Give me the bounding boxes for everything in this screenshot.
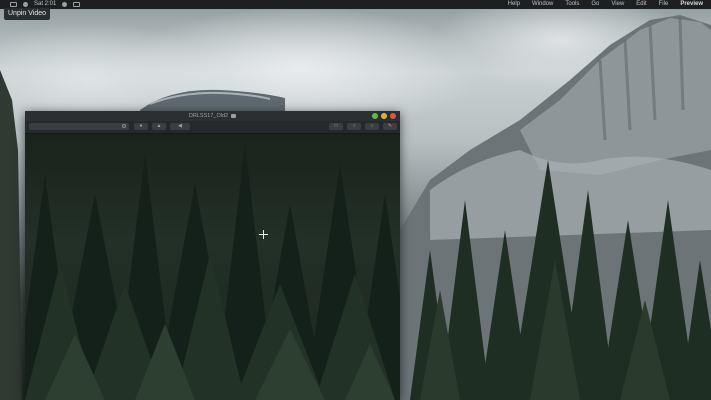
window-titlebar[interactable]: DRLSS17_Old2: [25, 111, 400, 121]
markup-button[interactable]: ✎: [383, 123, 397, 130]
spotlight-icon[interactable]: [62, 2, 68, 7]
menu-window[interactable]: Window: [532, 0, 553, 9]
zoom-out-icon: ○: [370, 123, 374, 129]
tag-button[interactable]: ◀: [170, 123, 190, 130]
window-controls: [372, 113, 396, 119]
menu-edit[interactable]: Edit: [636, 0, 646, 9]
close-window-button[interactable]: [390, 113, 396, 119]
zoom-window-button[interactable]: [372, 113, 378, 119]
menu-bar-menus: Help Window Tools Go View Edit File Prev…: [508, 0, 703, 9]
menu-view[interactable]: View: [611, 0, 624, 9]
notification-icon[interactable]: [73, 2, 81, 7]
tag-icon: ◀: [178, 123, 182, 129]
menu-help[interactable]: Help: [508, 0, 520, 9]
share-button[interactable]: ▲: [152, 123, 166, 130]
search-icon: [122, 124, 126, 128]
action-icon: □: [334, 123, 338, 129]
menu-app-name[interactable]: Preview: [680, 0, 703, 9]
zoom-in-button[interactable]: ○: [347, 123, 361, 130]
zoom-out-button[interactable]: ○: [365, 123, 379, 130]
preview-window: DRLSS17_Old2 ● ▲ ◀ □ ○ ○ ✎: [25, 111, 400, 400]
image-viewer-content[interactable]: [25, 134, 400, 400]
window-title: DRLSS17_Old2: [188, 113, 229, 119]
share-icon: ▲: [156, 123, 162, 129]
markup-icon: ✎: [387, 123, 393, 129]
menu-file[interactable]: File: [659, 0, 669, 9]
crosshair-cursor: [259, 230, 268, 239]
wifi-icon[interactable]: [23, 2, 28, 7]
menu-go[interactable]: Go: [591, 0, 599, 9]
document-icon: [231, 113, 237, 118]
battery-icon[interactable]: [10, 2, 17, 7]
minimize-window-button[interactable]: [381, 113, 387, 119]
unpin-video-tooltip: Unpin Video: [4, 8, 51, 20]
action-button[interactable]: □: [329, 123, 343, 130]
eye-icon: ●: [139, 123, 143, 129]
menu-tools[interactable]: Tools: [565, 0, 579, 9]
window-toolbar: ● ▲ ◀ □ ○ ○ ✎: [25, 121, 400, 134]
view-button[interactable]: ●: [134, 123, 148, 130]
search-field[interactable]: [29, 123, 129, 130]
zoom-in-icon: ○: [352, 123, 356, 129]
menu-bar: Sat 2:01 Help Window Tools Go View Edit …: [0, 0, 711, 9]
